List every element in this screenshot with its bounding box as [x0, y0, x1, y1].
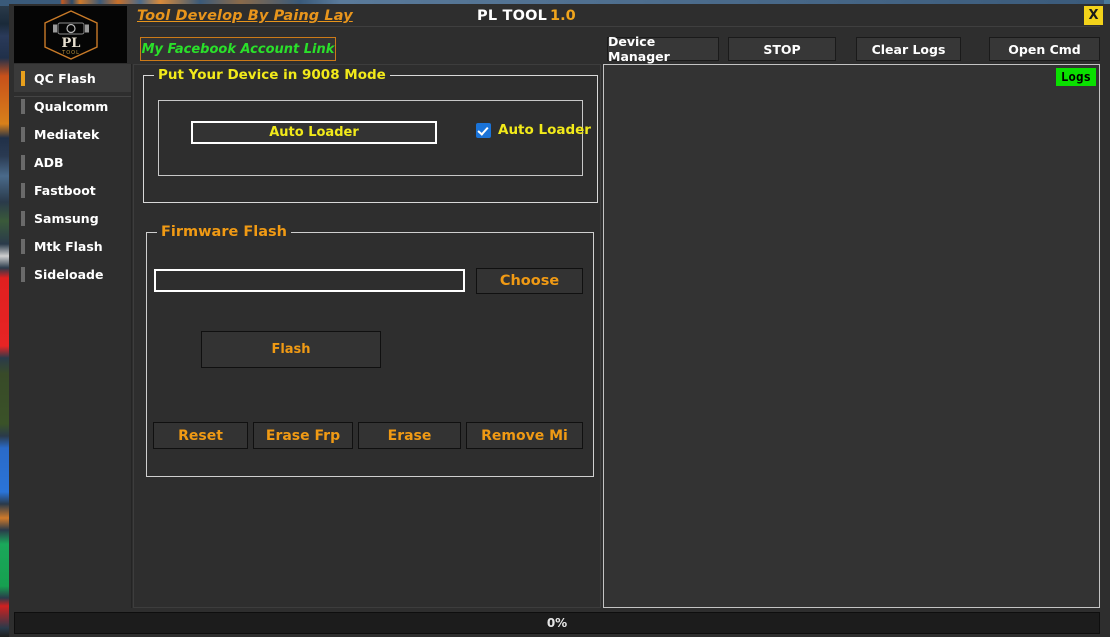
sidebar-item-sideloade[interactable]: Sideloade — [14, 260, 131, 288]
close-icon[interactable]: X — [1084, 6, 1103, 25]
auto-loader-button[interactable]: Auto Loader — [191, 121, 437, 144]
bullet-icon — [21, 211, 25, 226]
sidebar-item-samsung[interactable]: Samsung — [14, 204, 131, 232]
svg-text:TOOL: TOOL — [61, 50, 80, 56]
header-divider — [140, 26, 1100, 27]
firmware-flash-group: Firmware Flash Choose Flash Reset Erase … — [146, 232, 594, 477]
clear-logs-button[interactable]: Clear Logs — [856, 37, 961, 61]
stop-button[interactable]: STOP — [728, 37, 836, 61]
svg-text:PL: PL — [61, 36, 80, 51]
sidebar-item-label: Mediatek — [34, 127, 99, 142]
erase-frp-button[interactable]: Erase Frp — [253, 422, 353, 449]
active-indicator-icon — [21, 71, 25, 86]
device-manager-button[interactable]: Device Manager — [607, 37, 719, 61]
sidebar-item-mtk-flash[interactable]: Mtk Flash — [14, 232, 131, 260]
sidebar-item-label: Fastboot — [34, 183, 96, 198]
remove-mi-button[interactable]: Remove Mi — [466, 422, 583, 449]
logs-badge: Logs — [1056, 68, 1096, 86]
sidebar-item-mediatek[interactable]: Mediatek — [14, 120, 131, 148]
auto-loader-checkbox-row[interactable]: Auto Loader — [476, 122, 591, 138]
group-title-9008-mode: Put Your Device in 9008 Mode — [154, 67, 390, 83]
bullet-icon — [21, 267, 25, 282]
bullet-icon — [21, 183, 25, 198]
app-logo: PL TOOL — [14, 6, 127, 63]
sidebar-item-label: Mtk Flash — [34, 239, 103, 254]
pl-tool-logo-icon: PL TOOL — [40, 9, 102, 61]
group-title-firmware-flash: Firmware Flash — [157, 224, 291, 240]
background-window-left-strip — [0, 6, 9, 637]
sidebar-item-label: QC Flash — [34, 71, 96, 86]
sidebar-item-adb[interactable]: ADB — [14, 148, 131, 176]
logs-output-text — [610, 87, 1093, 601]
open-cmd-button[interactable]: Open Cmd — [989, 37, 1100, 61]
flash-button[interactable]: Flash — [201, 331, 381, 368]
main-content-panel: Put Your Device in 9008 Mode Auto Loader… — [133, 64, 601, 608]
developer-credit-link[interactable]: Tool Develop By Paing Lay — [137, 8, 353, 24]
auto-loader-inner-frame: Auto Loader Auto Loader — [158, 100, 583, 176]
erase-button[interactable]: Erase — [358, 422, 461, 449]
reset-button[interactable]: Reset — [153, 422, 248, 449]
choose-file-button[interactable]: Choose — [476, 268, 583, 294]
app-version-label: 1.0 — [550, 8, 576, 24]
sidebar-item-label: Samsung — [34, 211, 99, 226]
bullet-icon — [21, 99, 25, 114]
progress-bar: 0% — [14, 612, 1100, 634]
application-window: PL TOOL Tool Develop By Paing Lay PL TOO… — [9, 4, 1110, 637]
sidebar-item-qc-flash[interactable]: QC Flash — [14, 64, 131, 92]
sidebar-nav: QC Flash Qualcomm Mediatek ADB Fastboot … — [14, 64, 132, 608]
bullet-icon — [21, 155, 25, 170]
bullet-icon — [21, 239, 25, 254]
sidebar-item-label: ADB — [34, 155, 64, 170]
auto-loader-checkbox[interactable] — [476, 123, 491, 138]
sidebar-item-label: Qualcomm — [34, 99, 108, 114]
header-bar: PL TOOL Tool Develop By Paing Lay PL TOO… — [9, 4, 1110, 64]
logs-panel[interactable]: Logs — [603, 64, 1100, 608]
sidebar-item-label: Sideloade — [34, 267, 103, 282]
firmware-path-input[interactable] — [154, 269, 465, 292]
app-title: PL TOOL — [477, 8, 547, 24]
device-9008-mode-group: Put Your Device in 9008 Mode Auto Loader… — [143, 75, 598, 203]
bullet-icon — [21, 127, 25, 142]
progress-percent-label: 0% — [547, 616, 567, 630]
facebook-link-button[interactable]: My Facebook Account Link — [140, 37, 336, 61]
auto-loader-checkbox-label: Auto Loader — [498, 122, 591, 138]
sidebar-item-fastboot[interactable]: Fastboot — [14, 176, 131, 204]
sidebar-item-qualcomm[interactable]: Qualcomm — [14, 92, 131, 120]
